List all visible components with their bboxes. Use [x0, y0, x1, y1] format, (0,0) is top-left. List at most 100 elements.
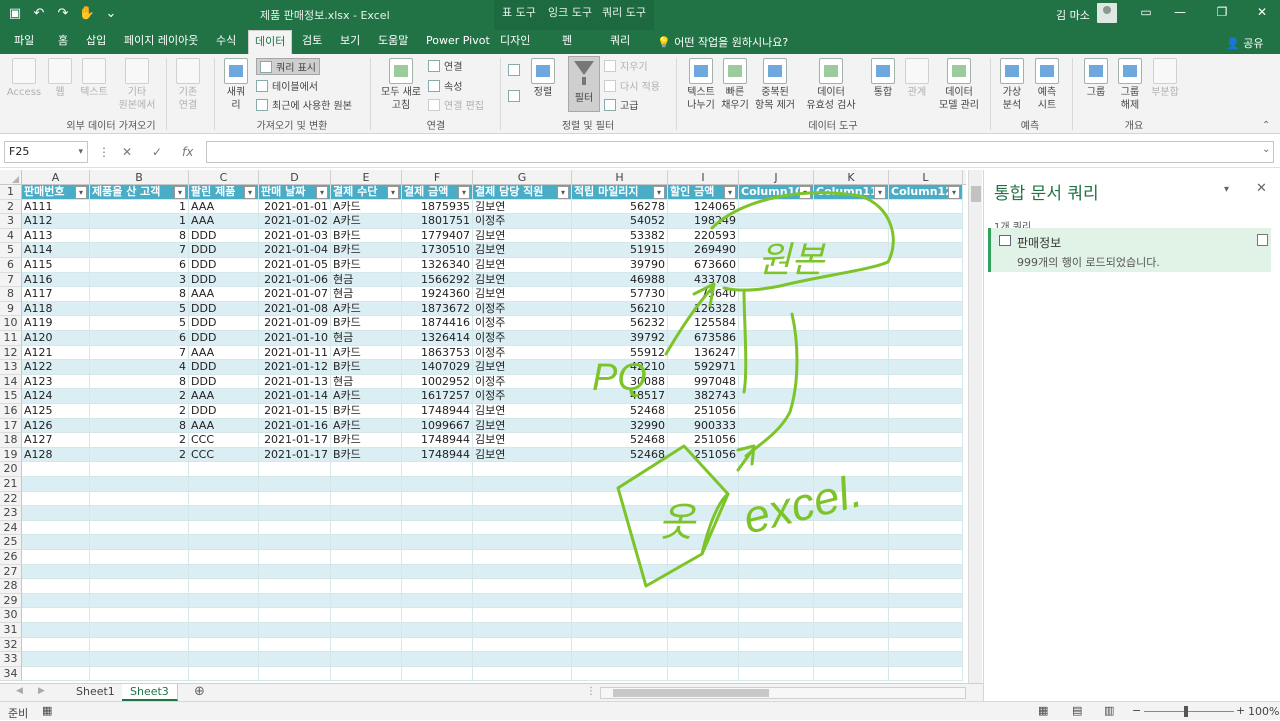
empty-cell[interactable] — [572, 462, 668, 477]
empty-cell[interactable] — [814, 593, 889, 609]
empty-cell[interactable] — [739, 564, 814, 580]
empty-cell[interactable] — [889, 520, 963, 536]
empty-cell[interactable] — [572, 593, 668, 609]
table-cell[interactable] — [739, 374, 814, 390]
empty-cell[interactable] — [402, 477, 473, 492]
table-cell[interactable]: 이정주 — [473, 331, 572, 346]
existing-connections-button[interactable]: 기존 연결 — [170, 58, 206, 112]
name-box[interactable]: F25 — [4, 141, 88, 163]
row-header[interactable]: 14 — [0, 374, 22, 390]
formula-bar-drag-handle[interactable]: ⋮ — [98, 145, 110, 159]
table-cell[interactable]: 8 — [90, 418, 189, 434]
tab-pen[interactable]: 펜 — [556, 30, 578, 54]
table-cell[interactable]: 124065 — [668, 199, 739, 215]
table-cell[interactable] — [889, 258, 963, 273]
empty-cell[interactable] — [889, 477, 963, 492]
row-header[interactable]: 3 — [0, 214, 22, 229]
empty-cell[interactable] — [90, 608, 189, 623]
empty-cell[interactable] — [889, 462, 963, 477]
row-header[interactable]: 33 — [0, 652, 22, 667]
text-to-columns-button[interactable]: 텍스트 나누기 — [682, 58, 720, 112]
empty-cell[interactable] — [473, 462, 572, 477]
enter-icon[interactable]: ✓ — [152, 145, 162, 159]
table-cell[interactable]: B카드 — [331, 360, 402, 375]
table-cell[interactable]: DDD — [189, 272, 259, 288]
row-header[interactable]: 21 — [0, 477, 22, 492]
table-cell[interactable] — [739, 258, 814, 273]
new-sheet-icon[interactable]: ⊕ — [194, 684, 205, 699]
from-web-button[interactable]: 웹 — [46, 58, 74, 99]
table-cell[interactable]: 57730 — [572, 287, 668, 302]
empty-cell[interactable] — [572, 506, 668, 521]
table-header-cell[interactable]: 할인 금액 — [668, 185, 739, 200]
empty-cell[interactable] — [739, 477, 814, 492]
table-header-cell[interactable]: 팔린 제품 — [189, 185, 259, 200]
empty-cell[interactable] — [572, 564, 668, 580]
from-other-sources-button[interactable]: 기타 원본에서 — [112, 58, 162, 112]
empty-cell[interactable] — [572, 608, 668, 623]
table-cell[interactable]: 2021-01-03 — [259, 228, 331, 244]
empty-cell[interactable] — [22, 491, 90, 507]
reapply-button[interactable]: 다시 적용 — [604, 78, 660, 93]
row-header[interactable]: 25 — [0, 535, 22, 550]
empty-cell[interactable] — [473, 477, 572, 492]
empty-cell[interactable] — [572, 550, 668, 565]
empty-cell[interactable] — [814, 506, 889, 521]
table-cell[interactable]: 54052 — [572, 214, 668, 229]
column-header-k[interactable]: K — [814, 170, 889, 185]
table-cell[interactable]: 52468 — [572, 447, 668, 463]
table-cell[interactable]: 32990 — [572, 418, 668, 434]
empty-cell[interactable] — [402, 550, 473, 565]
table-cell[interactable] — [814, 389, 889, 404]
table-cell[interactable] — [739, 345, 814, 361]
tab-power-pivot[interactable]: Power Pivot — [420, 30, 496, 54]
row-header[interactable]: 27 — [0, 564, 22, 580]
empty-cell[interactable] — [572, 666, 668, 682]
empty-cell[interactable] — [402, 462, 473, 477]
expand-formula-bar-icon[interactable]: ⌄ — [1262, 144, 1270, 155]
ungroup-button[interactable]: 그룹 해제 — [1114, 58, 1146, 112]
table-cell[interactable] — [814, 258, 889, 273]
empty-cell[interactable] — [889, 579, 963, 594]
empty-cell[interactable] — [331, 652, 402, 667]
empty-cell[interactable] — [90, 652, 189, 667]
sort-ascending-button[interactable] — [508, 64, 520, 76]
table-header-cell[interactable]: Column12 — [889, 185, 963, 200]
page-layout-view-icon[interactable]: ▤ — [1072, 704, 1082, 717]
empty-cell[interactable] — [259, 520, 331, 536]
empty-cell[interactable] — [259, 535, 331, 550]
empty-cell[interactable] — [739, 637, 814, 653]
table-cell[interactable]: AAA — [189, 345, 259, 361]
table-cell[interactable]: 8 — [90, 287, 189, 302]
empty-cell[interactable] — [739, 506, 814, 521]
tab-file[interactable]: 파일 — [8, 30, 40, 54]
table-cell[interactable]: 6 — [90, 258, 189, 273]
table-cell[interactable] — [814, 360, 889, 375]
table-cell[interactable]: 673660 — [668, 258, 739, 273]
empty-cell[interactable] — [189, 550, 259, 565]
table-cell[interactable]: DDD — [189, 374, 259, 390]
table-cell[interactable] — [739, 228, 814, 244]
table-cell[interactable]: 김보연 — [473, 360, 572, 375]
table-cell[interactable]: 1326340 — [402, 258, 473, 273]
table-cell[interactable]: 1863753 — [402, 345, 473, 361]
table-cell[interactable]: 52468 — [572, 433, 668, 448]
table-cell[interactable] — [739, 243, 814, 258]
sort-descending-button[interactable] — [508, 90, 520, 102]
formula-input[interactable] — [206, 141, 1274, 163]
empty-cell[interactable] — [189, 593, 259, 609]
empty-cell[interactable] — [814, 491, 889, 507]
tab-help[interactable]: 도움말 — [372, 30, 414, 54]
tell-me-search[interactable]: 💡 어떤 작업을 원하시나요? — [657, 34, 788, 50]
query-item[interactable]: 판매정보 999개의 행이 로드되었습니다. — [988, 228, 1271, 272]
empty-cell[interactable] — [22, 593, 90, 609]
table-cell[interactable]: 1002952 — [402, 374, 473, 390]
table-header-cell[interactable]: Column10 — [739, 185, 814, 200]
show-queries-button[interactable]: 쿼리 표시 — [256, 58, 320, 75]
zoom-slider-thumb[interactable] — [1184, 706, 1188, 717]
share-button[interactable]: 👤 공유 — [1226, 35, 1263, 51]
table-cell[interactable]: B카드 — [331, 447, 402, 463]
table-cell[interactable]: 48517 — [572, 389, 668, 404]
table-cell[interactable] — [889, 199, 963, 215]
row-header[interactable]: 7 — [0, 272, 22, 288]
